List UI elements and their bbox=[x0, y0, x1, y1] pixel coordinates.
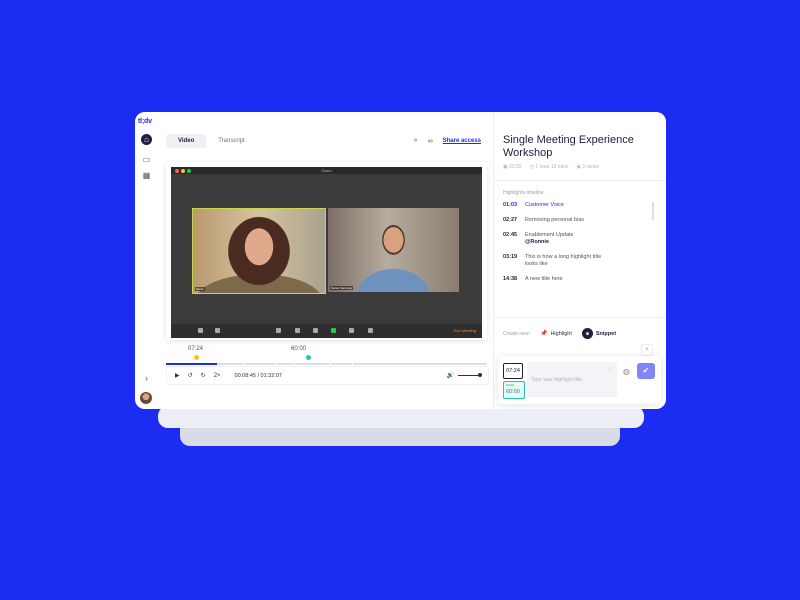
details-panel: Single Meeting Experience Workshop ▣ 22.… bbox=[493, 112, 666, 409]
tab-transcript[interactable]: Transcript bbox=[206, 134, 256, 148]
participants-icon bbox=[295, 328, 300, 333]
highlight-time: 03:19 bbox=[503, 254, 518, 260]
grid-icon[interactable]: ▦ bbox=[141, 170, 152, 181]
forward-icon[interactable]: ↻ bbox=[201, 372, 206, 379]
confirm-button[interactable]: ✔ bbox=[637, 363, 655, 379]
views-label: ◉ 3 views bbox=[576, 164, 599, 170]
time-readout: 00:08:45 / 01:32:07 bbox=[234, 372, 282, 379]
card-shadow-front bbox=[158, 406, 644, 428]
start-time-field[interactable]: 07:24 bbox=[503, 363, 523, 379]
highlight-time: 01:03 bbox=[503, 202, 518, 208]
highlight-time: 14:38 bbox=[503, 276, 518, 282]
highlight-title: A new title here bbox=[525, 276, 563, 282]
divider bbox=[494, 180, 666, 181]
chat-icon bbox=[313, 328, 318, 333]
participant-name: Name Surname bbox=[330, 286, 354, 290]
playback-controls: ▶ ↺ ↻ 2× 00:08:45 / 01:32:07 🔊 bbox=[166, 366, 489, 385]
highlight-title-input[interactable] bbox=[527, 362, 617, 397]
home-icon[interactable]: ⌂ bbox=[141, 134, 152, 145]
progress-track[interactable] bbox=[166, 362, 487, 366]
end-meeting-label: End Meeting bbox=[453, 328, 476, 333]
duration-label: ◷ 1 hour 12 mins bbox=[529, 164, 569, 170]
marker-time: 60:00 bbox=[291, 346, 307, 352]
pin-icon[interactable]: 📌 bbox=[540, 330, 547, 337]
divider bbox=[494, 317, 666, 318]
finish-time-field[interactable]: Finish 60:00 bbox=[503, 381, 525, 399]
main-area: Video Transcript ⌕ ∞ Share access Zoom N… bbox=[158, 112, 493, 409]
create-new-row: Create new: 📌 Highlight ■ Snippet bbox=[503, 328, 616, 339]
start-marker[interactable] bbox=[194, 355, 199, 360]
scrollbar[interactable] bbox=[652, 202, 654, 220]
logo: tl;dv bbox=[138, 118, 152, 125]
globe-icon[interactable]: ◍ bbox=[623, 367, 630, 376]
meeting-recording: Zoom Name Name Surname End Meeting bbox=[171, 167, 482, 338]
date-label: ▣ 22.02 bbox=[503, 164, 522, 170]
meeting-meta: ▣ 22.02 ◷ 1 hour 12 mins ◉ 3 views bbox=[503, 164, 599, 170]
participant-name: Name bbox=[195, 287, 206, 291]
volume-slider[interactable] bbox=[458, 373, 482, 377]
window-title: Zoom bbox=[321, 168, 332, 173]
participant-tile: Name Surname bbox=[328, 208, 459, 292]
highlight-item[interactable]: 02:45 Enablement Update @Ronnie bbox=[503, 232, 653, 246]
share-screen-icon bbox=[331, 328, 336, 333]
rewind-icon[interactable]: ↺ bbox=[188, 372, 193, 379]
reactions-icon bbox=[368, 328, 373, 333]
close-icon[interactable]: × bbox=[641, 344, 653, 356]
video-camera-icon[interactable]: ■ bbox=[581, 328, 593, 339]
video-player[interactable]: Zoom Name Name Surname End Meeting bbox=[166, 162, 487, 340]
microphone-icon bbox=[198, 328, 203, 333]
search-icon[interactable]: ⌕ bbox=[414, 137, 418, 145]
highlight-title: Enablement Update @Ronnie bbox=[525, 232, 605, 246]
video-camera-icon[interactable]: ▭ bbox=[141, 154, 152, 165]
window-titlebar: Zoom bbox=[171, 167, 482, 174]
highlight-item[interactable]: 02:27 Removing personal bias bbox=[503, 217, 653, 224]
meeting-title: Single Meeting Experience Workshop bbox=[503, 134, 634, 159]
participant-tile: Name bbox=[192, 208, 326, 294]
finish-label: Finish bbox=[506, 383, 515, 387]
highlight-time: 02:45 bbox=[503, 232, 518, 238]
progress-fill bbox=[166, 363, 218, 365]
app-window: tl;dv ⌂ ▭ ▦ › Video Transcript ⌕ ∞ Share… bbox=[135, 112, 666, 409]
avatar[interactable] bbox=[140, 392, 152, 404]
play-icon[interactable]: ▶ bbox=[175, 372, 180, 379]
emoji-icon[interactable]: ☺ bbox=[608, 366, 613, 372]
highlight-item[interactable]: 01:03 Customer Voice bbox=[503, 202, 653, 209]
speed-button[interactable]: 2× bbox=[214, 373, 221, 379]
highlight-time: 02:27 bbox=[503, 217, 518, 223]
create-label: Create new: bbox=[503, 330, 530, 337]
toolbar: ⌕ ∞ Share access bbox=[414, 134, 481, 148]
meeting-controls: End Meeting bbox=[171, 324, 482, 338]
record-icon bbox=[349, 328, 354, 333]
camera-icon bbox=[215, 328, 220, 333]
highlight-title: This is how a long highlight title looks… bbox=[525, 254, 602, 267]
volume-knob[interactable] bbox=[478, 373, 482, 377]
finish-time: 60:00 bbox=[506, 389, 520, 395]
highlights-list: 01:03 Customer Voice 02:27 Removing pers… bbox=[503, 202, 653, 291]
highlight-title: Customer Voice bbox=[525, 202, 564, 208]
highlight-item[interactable]: 14:38 A new title here bbox=[503, 276, 653, 283]
tab-bar: Video Transcript bbox=[166, 134, 257, 148]
snippet-option[interactable]: Snippet bbox=[596, 331, 616, 337]
end-marker[interactable] bbox=[306, 355, 311, 360]
marker-time: 07:24 bbox=[188, 346, 204, 352]
highlights-heading: Highlights timeline bbox=[503, 190, 544, 196]
share-access-link[interactable]: Share access bbox=[443, 138, 481, 144]
volume-icon[interactable]: 🔊 bbox=[447, 372, 454, 379]
highlight-editor: 07:24 Finish 60:00 ☺ ◍ ✔ bbox=[498, 356, 661, 404]
highlight-title: Removing personal bias bbox=[525, 217, 585, 223]
tab-video[interactable]: Video bbox=[166, 134, 207, 148]
highlight-item[interactable]: 03:19 This is how a long highlight title… bbox=[503, 254, 653, 268]
left-nav: tl;dv ⌂ ▭ ▦ › bbox=[135, 112, 159, 409]
chevron-right-icon[interactable]: › bbox=[141, 372, 152, 383]
highlight-option[interactable]: Highlight bbox=[550, 331, 571, 337]
mention[interactable]: @Ronnie bbox=[525, 239, 605, 246]
link-icon[interactable]: ∞ bbox=[428, 138, 433, 145]
security-icon bbox=[276, 328, 281, 333]
